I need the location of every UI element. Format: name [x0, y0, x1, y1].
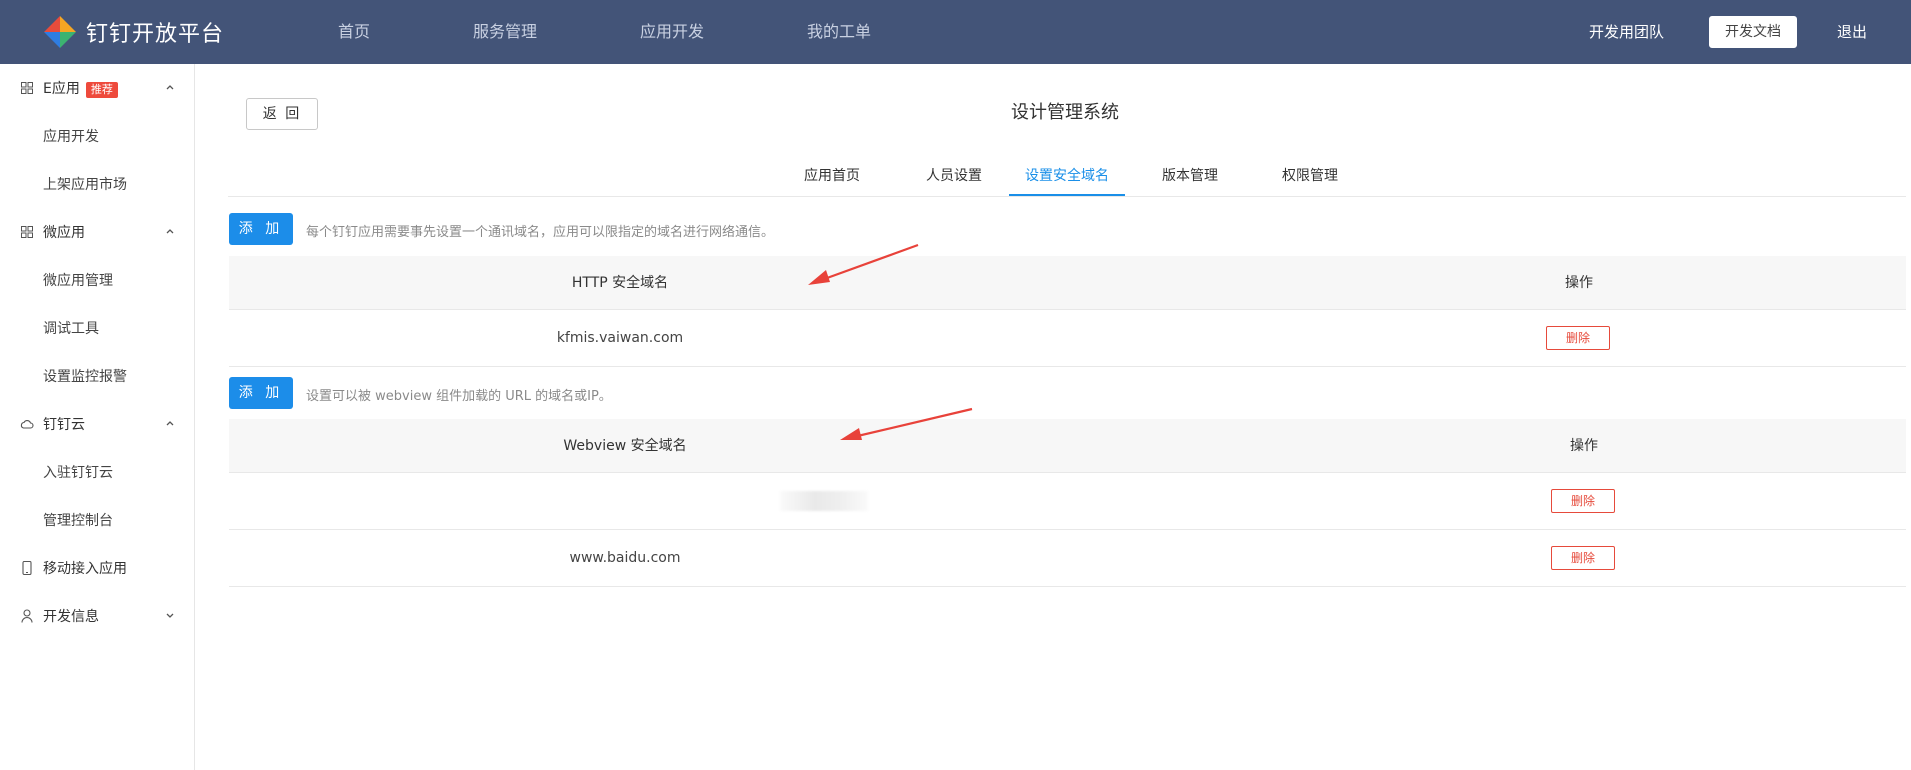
delete-button[interactable]: 删除 [1551, 489, 1615, 513]
logo-text: 钉钉开放平台 [86, 22, 225, 47]
domain-cell: www.baidu.com [569, 550, 681, 566]
sidebar-item-label: 钉钉云 [43, 417, 85, 433]
sidebar-subitem-label: 应用开发 [43, 129, 99, 145]
add-webview-domain-button[interactable]: 添 加 [229, 377, 293, 409]
table-row: 删除 [229, 473, 1906, 530]
dingtalk-logo-icon [44, 16, 76, 48]
annotation-arrow-icon [808, 243, 919, 285]
sidebar-item-microapp[interactable]: 微应用 [0, 208, 195, 256]
sidebar-subitem-monitor-alert[interactable]: 设置监控报警 [0, 352, 195, 400]
tab-bar: 应用首页 人员设置 设置安全域名 版本管理 权限管理 [228, 156, 1906, 197]
webview-table-header: Webview 安全域名 操作 [229, 419, 1906, 473]
column-header-http-domain: HTTP 安全域名 [571, 275, 669, 291]
webview-domain-hint: 设置可以被 webview 组件加载的 URL 的域名或IP。 [306, 389, 612, 404]
sidebar-subitem-label: 微应用管理 [43, 273, 113, 289]
chevron-up-icon[interactable] [165, 418, 177, 430]
tab-app-home[interactable]: 应用首页 [782, 156, 882, 196]
http-domain-hint: 每个钉钉应用需要事先设置一个通讯域名，应用可以限指定的域名进行网络通信。 [306, 225, 775, 240]
logo[interactable]: 钉钉开放平台 [42, 14, 224, 50]
grid-icon [20, 225, 34, 239]
column-header-action: 操作 [1565, 275, 1593, 291]
tab-security-domain[interactable]: 设置安全域名 [1009, 156, 1125, 196]
user-icon [20, 609, 34, 623]
table-row: www.baidu.com 删除 [229, 530, 1906, 587]
nav-service-management[interactable]: 服务管理 [473, 0, 537, 64]
domain-cell: kfmis.vaiwan.com [556, 330, 684, 346]
delete-button[interactable]: 删除 [1551, 546, 1615, 570]
chevron-down-icon[interactable] [165, 610, 177, 622]
sidebar-subitem-app-market[interactable]: 上架应用市场 [0, 160, 195, 208]
http-table-header: HTTP 安全域名 操作 [229, 256, 1906, 310]
nav-app-development[interactable]: 应用开发 [640, 0, 704, 64]
logout-link[interactable]: 退出 [1837, 0, 1867, 64]
sidebar-subitem-label: 设置监控报警 [43, 369, 127, 385]
column-header-webview-domain: Webview 安全域名 [563, 438, 687, 454]
eapp-label: E应用 [43, 81, 80, 97]
sidebar-item-dev-info[interactable]: 开发信息 [0, 592, 195, 640]
cloud-icon [20, 417, 34, 431]
mobile-icon [20, 561, 34, 575]
sidebar-subitem-label: 调试工具 [43, 321, 99, 337]
sidebar-subitem-label: 上架应用市场 [43, 177, 127, 193]
docs-button[interactable]: 开发文档 [1709, 16, 1797, 48]
sidebar-subitem-join-dingcloud[interactable]: 入驻钉钉云 [0, 448, 195, 496]
top-navigation-bar: 钉钉开放平台 首页 服务管理 应用开发 我的工单 开发用团队 开发文档 退出 [0, 0, 1911, 64]
app-title: 设计管理系统 [1011, 102, 1119, 123]
chevron-up-icon[interactable] [165, 226, 177, 238]
sidebar-subitem-microapp-management[interactable]: 微应用管理 [0, 256, 195, 304]
tab-version-management[interactable]: 版本管理 [1150, 156, 1230, 196]
annotation-arrow-icon [840, 407, 973, 440]
sidebar-item-label: 开发信息 [43, 609, 99, 625]
team-name[interactable]: 开发用团队 [1589, 0, 1664, 64]
add-http-domain-button[interactable]: 添 加 [229, 213, 293, 245]
sidebar-subitem-app-dev[interactable]: 应用开发 [0, 112, 195, 160]
recommend-badge: 推荐 [85, 82, 118, 98]
sidebar: E应用 推荐 应用开发 上架应用市场 微应用 微应用管理 调试工具 设置监控报警 … [0, 64, 195, 770]
sidebar-item-label: E应用 推荐 [43, 78, 118, 98]
grid-icon [20, 81, 34, 95]
sidebar-item-eapp[interactable]: E应用 推荐 [0, 64, 195, 112]
sidebar-item-dingcloud[interactable]: 钉钉云 [0, 400, 195, 448]
tab-permission-management[interactable]: 权限管理 [1270, 156, 1350, 196]
sidebar-item-label: 移动接入应用 [43, 561, 127, 577]
sidebar-subitem-debug-tools[interactable]: 调试工具 [0, 304, 195, 352]
nav-my-tickets[interactable]: 我的工单 [807, 0, 871, 64]
sidebar-subitem-console[interactable]: 管理控制台 [0, 496, 195, 544]
sidebar-item-label: 微应用 [43, 225, 85, 241]
sidebar-item-mobile-app[interactable]: 移动接入应用 [0, 544, 195, 592]
sidebar-subitem-label: 管理控制台 [43, 513, 113, 529]
delete-button[interactable]: 删除 [1546, 326, 1610, 350]
column-header-action: 操作 [1570, 438, 1598, 454]
tab-member-settings[interactable]: 人员设置 [904, 156, 1004, 196]
sidebar-subitem-label: 入驻钉钉云 [43, 465, 113, 481]
chevron-up-icon[interactable] [165, 82, 177, 94]
redacted-domain [780, 491, 868, 511]
table-row: kfmis.vaiwan.com 删除 [229, 310, 1906, 367]
nav-home[interactable]: 首页 [338, 0, 370, 64]
back-button[interactable]: 返 回 [246, 98, 318, 130]
